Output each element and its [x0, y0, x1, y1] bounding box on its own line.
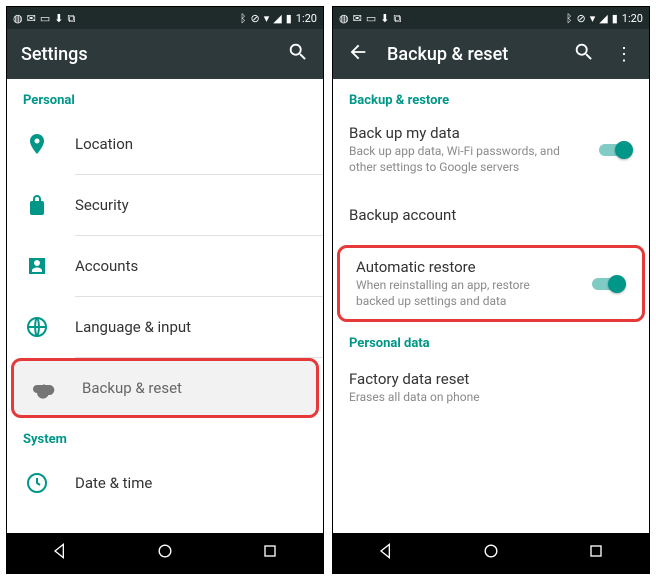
battery-icon: ▮: [286, 13, 292, 24]
backup-icon: [30, 374, 58, 402]
toggle-backup-data[interactable]: [599, 141, 633, 159]
item-backup-account[interactable]: Backup account: [333, 185, 649, 245]
item-backup-reset[interactable]: Backup & reset: [11, 358, 319, 418]
clock-icon: [23, 469, 51, 497]
phone-right: ◍ ✉ ▭ ⬇ ⧉ ᛒ ⊘ ▾ ◢ ▮ 1:20 Backup & reset …: [332, 6, 650, 574]
dnd-icon: ⊘: [577, 13, 586, 24]
item-datetime[interactable]: Date & time: [7, 453, 323, 513]
item-language[interactable]: Language & input: [7, 297, 323, 357]
nav-recent[interactable]: [260, 541, 280, 565]
status-bar: ◍ ✉ ▭ ⬇ ⧉ ᛒ ⊘ ▾ ◢ ▮ 1:20: [7, 7, 323, 29]
item-sub: Back up app data, Wi-Fi passwords, and o…: [349, 144, 575, 175]
nav-home[interactable]: [481, 541, 501, 565]
item-label: Backup & reset: [82, 379, 300, 397]
item-accounts[interactable]: Accounts: [7, 236, 323, 296]
download-icon: ⬇: [380, 13, 389, 24]
status-time: 1:20: [296, 13, 317, 24]
app-bar: Backup & reset ⋮: [333, 29, 649, 79]
signal-icon: ◢: [273, 13, 281, 24]
account-icon: [23, 252, 51, 280]
search-icon[interactable]: [573, 41, 595, 68]
section-backup-restore: Backup & restore: [333, 79, 649, 114]
item-label: Language & input: [75, 318, 307, 336]
item-location[interactable]: Location: [7, 114, 323, 174]
item-label: Back up my data: [349, 124, 575, 142]
back-icon[interactable]: [347, 41, 369, 68]
section-personal: Personal: [7, 79, 323, 114]
page-title: Settings: [21, 44, 269, 65]
item-label: Accounts: [75, 257, 307, 275]
item-label: Automatic restore: [356, 258, 568, 276]
section-personal-data: Personal data: [333, 322, 649, 357]
wifi-icon: ▾: [264, 13, 270, 24]
image-icon: ▭: [40, 13, 50, 24]
item-label: Date & time: [75, 474, 307, 492]
item-sub: Erases all data on phone: [349, 390, 633, 406]
mail-icon: ✉: [27, 13, 36, 24]
hangouts-icon: ◍: [339, 13, 349, 24]
nav-back[interactable]: [50, 541, 70, 565]
image-icon: ▭: [366, 13, 376, 24]
overflow-icon[interactable]: ⋮: [613, 44, 635, 65]
nav-recent[interactable]: [586, 541, 606, 565]
status-bar: ◍ ✉ ▭ ⬇ ⧉ ᛒ ⊘ ▾ ◢ ▮ 1:20: [333, 7, 649, 29]
location-icon: [23, 130, 51, 158]
dnd-icon: ⊘: [251, 13, 260, 24]
item-label: Security: [75, 196, 307, 214]
search-icon[interactable]: [287, 41, 309, 68]
status-time: 1:20: [622, 13, 643, 24]
bluetooth-icon: ᛒ: [566, 13, 573, 24]
item-security[interactable]: Security: [7, 175, 323, 235]
download-icon: ⬇: [54, 13, 63, 24]
section-system: System: [7, 418, 323, 453]
item-backup-data[interactable]: Back up my data Back up app data, Wi-Fi …: [333, 114, 649, 185]
hangouts-icon: ◍: [13, 13, 23, 24]
settings-content: Personal Location Security Accounts: [7, 79, 323, 533]
nav-home[interactable]: [155, 541, 175, 565]
wifi-icon: ▾: [590, 13, 596, 24]
item-sub: When reinstalling an app, restore backed…: [356, 278, 568, 309]
lock-icon: [23, 191, 51, 219]
translate-icon: ⧉: [393, 13, 401, 24]
nav-bar: [7, 533, 323, 573]
page-title: Backup & reset: [387, 44, 555, 65]
backup-content: Backup & restore Back up my data Back up…: [333, 79, 649, 533]
nav-bar: [333, 533, 649, 573]
app-bar: Settings: [7, 29, 323, 79]
bluetooth-icon: ᛒ: [240, 13, 247, 24]
mail-icon: ✉: [353, 13, 362, 24]
nav-back[interactable]: [376, 541, 396, 565]
signal-icon: ◢: [599, 13, 607, 24]
battery-icon: ▮: [612, 13, 618, 24]
translate-icon: ⧉: [67, 13, 75, 24]
globe-icon: [23, 313, 51, 341]
phone-left: ◍ ✉ ▭ ⬇ ⧉ ᛒ ⊘ ▾ ◢ ▮ 1:20 Settings Person…: [6, 6, 324, 574]
item-label: Backup account: [349, 206, 633, 224]
item-label: Location: [75, 135, 307, 153]
item-auto-restore[interactable]: Automatic restore When reinstalling an a…: [337, 245, 645, 322]
toggle-auto-restore[interactable]: [592, 275, 626, 293]
item-factory-reset[interactable]: Factory data reset Erases all data on ph…: [333, 357, 649, 417]
item-label: Factory data reset: [349, 370, 633, 388]
